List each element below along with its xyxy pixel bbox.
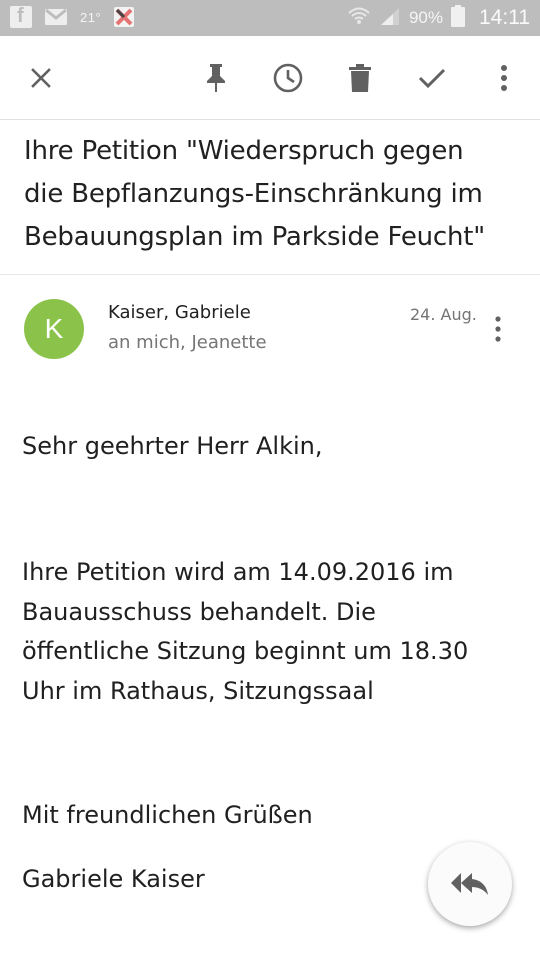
- status-bar: f 21° 90% 14:11: [0, 0, 540, 36]
- reply-all-icon: [451, 873, 488, 895]
- sender-name[interactable]: Kaiser, Gabriele: [108, 302, 251, 323]
- body-line: öffentliche Sitzung beginnt um 18.30: [22, 637, 469, 665]
- temperature-text: 21°: [80, 9, 102, 25]
- reply-all-button[interactable]: [428, 842, 512, 926]
- delete-button[interactable]: [340, 58, 380, 98]
- battery-percent: 90%: [408, 8, 443, 27]
- recipients[interactable]: an mich, Jeanette: [108, 332, 267, 353]
- trash-icon: [349, 64, 371, 92]
- overflow-menu-button[interactable]: [484, 58, 524, 98]
- mark-done-button[interactable]: [412, 58, 452, 98]
- body-line: Ihre Petition wird am 14.09.2016 im: [22, 558, 454, 586]
- signal-icon: [379, 6, 401, 30]
- action-toolbar: [0, 36, 540, 120]
- pin-icon: [207, 64, 225, 92]
- body-line: Bauausschuss behandelt. Die: [22, 597, 376, 626]
- more-vert-icon: [495, 316, 501, 342]
- closing: Mit freundlichen Grüßen: [22, 801, 313, 829]
- divider: [0, 274, 540, 275]
- email-subject: Ihre Petition "Wiederspruch gegen die Be…: [24, 130, 524, 259]
- greeting: Sehr geehrter Herr Alkin,: [22, 432, 323, 460]
- clock-time: 14:11: [479, 6, 530, 29]
- pin-button[interactable]: [196, 58, 236, 98]
- more-vert-icon: [501, 65, 507, 91]
- email-date: 24. Aug.: [410, 305, 477, 324]
- facebook-icon: f: [10, 5, 32, 28]
- close-button[interactable]: [21, 58, 61, 98]
- snooze-clock-icon: [273, 63, 303, 93]
- subject-line: Bebauungsplan im Parkside Feucht": [24, 222, 486, 252]
- signature: Gabriele Kaiser: [22, 865, 205, 893]
- body-line: Uhr im Rathaus, Sitzungssaal: [22, 676, 374, 705]
- sender-avatar[interactable]: K: [24, 299, 84, 359]
- close-icon: [31, 68, 51, 88]
- subject-line: die Bepflanzungs-Einschränkung im: [24, 179, 483, 209]
- calendar-icon: [113, 6, 135, 28]
- gmail-icon: [44, 8, 68, 26]
- message-menu-button[interactable]: [484, 312, 512, 346]
- snooze-button[interactable]: [268, 58, 308, 98]
- battery-icon: [451, 5, 465, 31]
- subject-line: Ihre Petition "Wiederspruch gegen: [24, 136, 464, 166]
- check-icon: [418, 68, 446, 89]
- body-paragraph: Ihre Petition wird am 14.09.2016 im Baua…: [22, 553, 522, 711]
- wifi-icon: [347, 6, 371, 30]
